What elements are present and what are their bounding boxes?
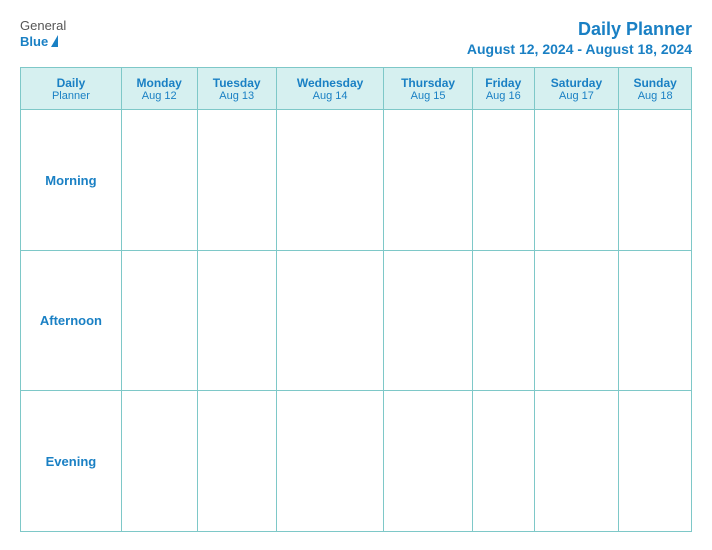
afternoon-thursday[interactable] bbox=[384, 250, 473, 391]
header-wednesday: Wednesday Aug 14 bbox=[276, 68, 383, 110]
evening-monday[interactable] bbox=[121, 391, 197, 532]
afternoon-label: Afternoon bbox=[21, 250, 122, 391]
tuesday-label: Tuesday bbox=[200, 76, 274, 90]
morning-tuesday[interactable] bbox=[197, 110, 276, 251]
friday-label: Friday bbox=[475, 76, 532, 90]
wednesday-date: Aug 14 bbox=[279, 90, 381, 102]
evening-sunday[interactable] bbox=[619, 391, 692, 532]
morning-row: Morning bbox=[21, 110, 692, 251]
morning-thursday[interactable] bbox=[384, 110, 473, 251]
evening-label: Evening bbox=[21, 391, 122, 532]
morning-saturday[interactable] bbox=[534, 110, 619, 251]
sunday-label: Sunday bbox=[621, 76, 689, 90]
morning-wednesday[interactable] bbox=[276, 110, 383, 251]
header-sunday: Sunday Aug 18 bbox=[619, 68, 692, 110]
top-header: General Blue Daily Planner August 12, 20… bbox=[20, 18, 692, 57]
evening-thursday[interactable] bbox=[384, 391, 473, 532]
afternoon-row: Afternoon bbox=[21, 250, 692, 391]
afternoon-saturday[interactable] bbox=[534, 250, 619, 391]
morning-friday[interactable] bbox=[472, 110, 534, 251]
afternoon-sunday[interactable] bbox=[619, 250, 692, 391]
thursday-label: Thursday bbox=[386, 76, 470, 90]
afternoon-monday[interactable] bbox=[121, 250, 197, 391]
morning-label: Morning bbox=[21, 110, 122, 251]
evening-saturday[interactable] bbox=[534, 391, 619, 532]
planner-title: Daily Planner bbox=[467, 18, 692, 41]
tuesday-date: Aug 13 bbox=[200, 90, 274, 102]
afternoon-tuesday[interactable] bbox=[197, 250, 276, 391]
logo-area: General Blue bbox=[20, 18, 66, 49]
morning-monday[interactable] bbox=[121, 110, 197, 251]
header-col-label1: Daily bbox=[23, 76, 119, 90]
saturday-date: Aug 17 bbox=[537, 90, 617, 102]
header-label-cell: Daily Planner bbox=[21, 68, 122, 110]
table-header: Daily Planner Monday Aug 12 Tuesday Aug … bbox=[21, 68, 692, 110]
planner-date-range: August 12, 2024 - August 18, 2024 bbox=[467, 41, 692, 57]
evening-row: Evening bbox=[21, 391, 692, 532]
evening-wednesday[interactable] bbox=[276, 391, 383, 532]
header-col-label2: Planner bbox=[23, 90, 119, 102]
evening-friday[interactable] bbox=[472, 391, 534, 532]
morning-sunday[interactable] bbox=[619, 110, 692, 251]
friday-date: Aug 16 bbox=[475, 90, 532, 102]
saturday-label: Saturday bbox=[537, 76, 617, 90]
logo-blue-text: Blue bbox=[20, 34, 48, 49]
afternoon-friday[interactable] bbox=[472, 250, 534, 391]
header-tuesday: Tuesday Aug 13 bbox=[197, 68, 276, 110]
logo-general-text: General bbox=[20, 18, 66, 34]
monday-label: Monday bbox=[124, 76, 195, 90]
wednesday-label: Wednesday bbox=[279, 76, 381, 90]
afternoon-wednesday[interactable] bbox=[276, 250, 383, 391]
monday-date: Aug 12 bbox=[124, 90, 195, 102]
thursday-date: Aug 15 bbox=[386, 90, 470, 102]
header-friday: Friday Aug 16 bbox=[472, 68, 534, 110]
logo-blue-area: Blue bbox=[20, 34, 58, 49]
logo-triangle-icon bbox=[51, 35, 58, 47]
planner-table: Daily Planner Monday Aug 12 Tuesday Aug … bbox=[20, 67, 692, 532]
header-monday: Monday Aug 12 bbox=[121, 68, 197, 110]
table-body: Morning Afternoon Evening bbox=[21, 110, 692, 532]
sunday-date: Aug 18 bbox=[621, 90, 689, 102]
title-area: Daily Planner August 12, 2024 - August 1… bbox=[467, 18, 692, 57]
evening-tuesday[interactable] bbox=[197, 391, 276, 532]
header-saturday: Saturday Aug 17 bbox=[534, 68, 619, 110]
header-thursday: Thursday Aug 15 bbox=[384, 68, 473, 110]
header-row: Daily Planner Monday Aug 12 Tuesday Aug … bbox=[21, 68, 692, 110]
